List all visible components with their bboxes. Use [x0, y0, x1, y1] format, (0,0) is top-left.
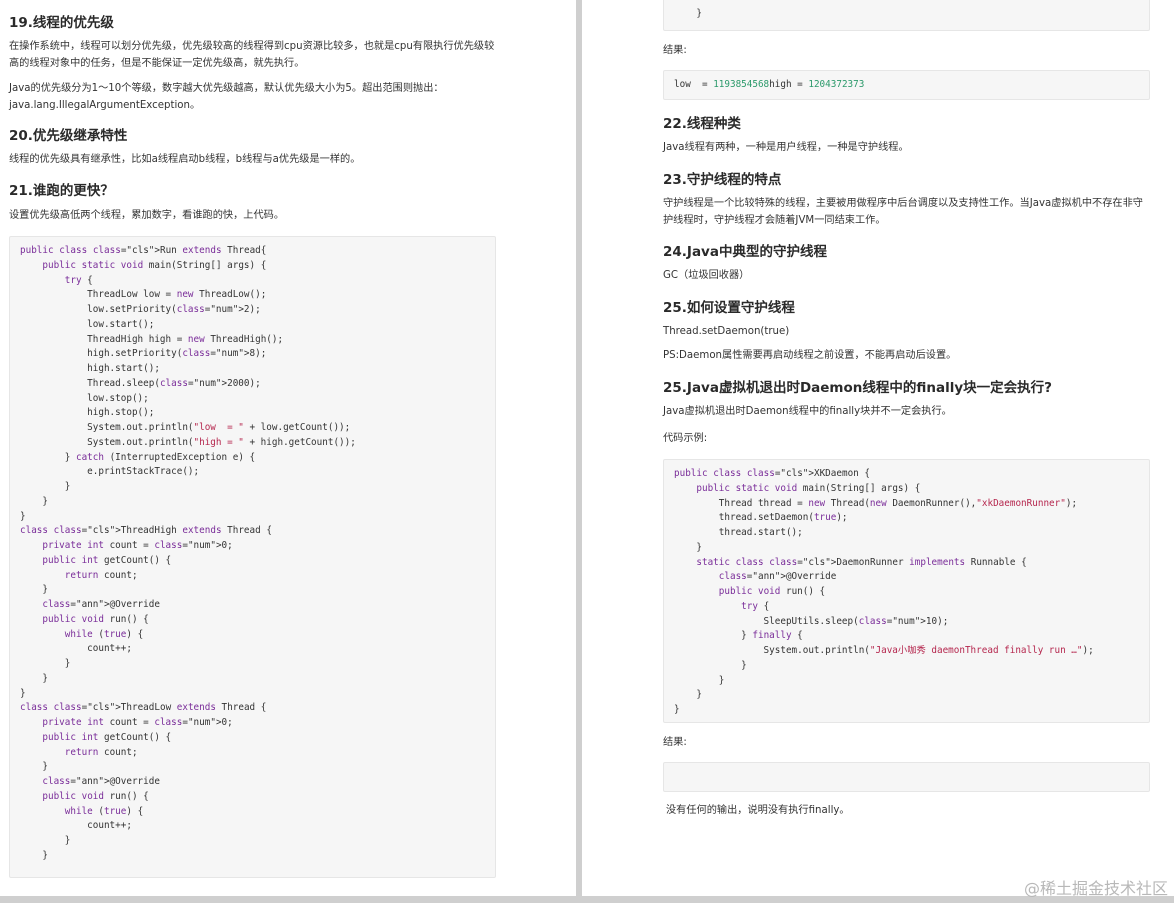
code-block-continued: } — [663, 0, 1150, 31]
code-line: } — [674, 704, 680, 715]
section-23-title: 23.守护线程的特点 — [663, 172, 782, 188]
section-24-paragraph-1: GC（垃圾回收器） — [663, 270, 750, 281]
code-line: System.out.println("high = " + high.getC… — [20, 436, 356, 448]
code-line: } — [674, 659, 747, 671]
code-line: } — [20, 658, 71, 669]
code-line: } — [20, 761, 48, 773]
conclusion-text: 没有任何的输出，说明没有执行finally。 — [666, 805, 850, 816]
code-line: e.printStackTrace(); — [20, 466, 200, 478]
code-line: } — [20, 849, 48, 861]
code-line: public static void main(String[] args) { — [42, 259, 267, 271]
code-line: } — [674, 541, 702, 553]
code-line: private int count = class="num">0; — [42, 540, 233, 551]
section-25-title: 25.如何设置守护线程 — [663, 300, 795, 316]
section-20-paragraph-1: 线程的优先级具有继承性，比如a线程启动b线程，b线程与a优先级是一样的。 — [9, 154, 361, 165]
section-20-title: 20.优先级继承特性 — [9, 128, 128, 144]
code-line: low.start(); — [20, 318, 155, 330]
result-output-1: low = 1193854568high = 1204372373 — [663, 70, 1150, 100]
code-line: return count; — [64, 746, 138, 758]
code-line: SleepUtils.sleep(class="num">10); — [674, 615, 949, 627]
code-line: Thread.sleep(class="num">2000); — [20, 377, 261, 389]
code-line: try { — [741, 600, 770, 612]
code-lines: public class class="cls">XKDaemon { publ… — [674, 467, 1094, 718]
section-22-paragraph-1: Java线程有两种，一种是用户线程，一种是守护线程。 — [663, 142, 909, 153]
code-line: public class class="cls">Run extends Thr… — [20, 245, 267, 256]
code-line: high.stop(); — [20, 407, 155, 419]
code-line: class class="cls">ThreadLow extends Thre… — [20, 702, 267, 714]
section-23-paragraph-1: 守护线程是一个比较特殊的线程，主要被用做程序中后台调度以及支持性工作。当Java… — [663, 198, 1143, 226]
code-line: while (true) { — [64, 628, 144, 640]
code-line: public static void main(String[] args) { — [696, 482, 921, 494]
code-line: high.start(); — [20, 363, 160, 374]
left-page: 19.线程的优先级 在操作系统中，线程可以划分优先级，优先级较高的线程得到cpu… — [0, 0, 576, 896]
code-line: count++; — [20, 643, 132, 655]
output-line: low = 1193854568high = 1204372373 — [674, 79, 865, 90]
code-line: class="ann">@Override — [718, 571, 837, 583]
code-line: public int getCount() { — [42, 731, 172, 743]
result-label-1: 结果: — [663, 45, 687, 56]
code-line: } — [20, 510, 26, 522]
code-line: } — [674, 8, 702, 19]
code-line: } — [674, 674, 725, 686]
code-line: } — [20, 495, 48, 507]
code-block-daemon: public class class="cls">XKDaemon { publ… — [663, 459, 1150, 723]
result-label-2: 结果: — [663, 737, 687, 748]
code-line: class class="cls">ThreadHigh extends Thr… — [20, 525, 272, 537]
section-19-paragraph-1: 在操作系统中，线程可以划分优先级，优先级较高的线程得到cpu资源比较多，也就是c… — [9, 41, 495, 69]
code-line: static class class="cls">DaemonRunner im… — [696, 556, 1027, 568]
code-lines: public class class="cls">Run extends Thr… — [20, 244, 356, 864]
code-line: public void run() { — [42, 613, 149, 625]
code-line: thread.setDaemon(true); — [674, 512, 848, 524]
code-line: while (true) { — [64, 805, 144, 817]
code-line: low.stop(); — [20, 392, 149, 404]
code-line: class="ann">@Override — [42, 599, 160, 610]
code-line: public void run() { — [42, 790, 149, 802]
code-line: low.setPriority(class="num">2); — [20, 304, 261, 315]
code-line: high.setPriority(class="num">8); — [20, 348, 267, 360]
code-line: ThreadHigh high = new ThreadHigh(); — [20, 333, 284, 345]
code-line: count++; — [20, 820, 132, 832]
code-line: } finally { — [674, 630, 803, 642]
code-line: class="ann">@Override — [42, 776, 160, 787]
code-lines: } — [674, 7, 702, 22]
result-output-2 — [663, 762, 1150, 792]
code-line: private int count = class="num">0; — [42, 717, 233, 728]
code-line: } — [20, 584, 48, 596]
code-line: } — [20, 835, 71, 846]
code-line: } — [20, 481, 71, 492]
right-page: } 结果: low = 1193854568high = 1204372373 … — [582, 0, 1174, 896]
code-block-priority: public class class="cls">Run extends Thr… — [9, 236, 496, 878]
section-21-title: 21.谁跑的更快？ — [9, 183, 114, 199]
section-25-paragraph-2: PS:Daemon属性需要再启动线程之前设置，不能再启动后设置。 — [663, 350, 957, 361]
code-line: ThreadLow low = new ThreadLow(); — [20, 289, 267, 301]
section-25-paragraph-1: Thread.setDaemon(true) — [663, 326, 790, 337]
section-25b-paragraph-1: Java虚拟机退出时Daemon线程中的finally块并不一定会执行。 — [663, 406, 952, 417]
section-19-paragraph-2: Java的优先级分为1～10个等级，数字越大优先级越高，默认优先级大小为5。超出… — [9, 83, 444, 111]
section-19-title: 19.线程的优先级 — [9, 15, 114, 31]
code-line: return count; — [64, 569, 138, 581]
section-25b-paragraph-2: 代码示例: — [663, 433, 708, 444]
code-line: System.out.println("Java小咖秀 daemonThread… — [674, 645, 1094, 656]
section-21-paragraph-1: 设置优先级高低两个线程，累加数字，看谁跑的快，上代码。 — [9, 210, 285, 221]
code-line: thread.start(); — [674, 527, 803, 538]
code-line: } — [674, 689, 702, 701]
code-line: } — [20, 672, 48, 684]
section-25b-title: 25.Java虚拟机退出时Daemon线程中的finally块一定会执行? — [663, 380, 1052, 396]
code-lines: low = 1193854568high = 1204372373 — [674, 78, 864, 93]
section-22-title: 22.线程种类 — [663, 116, 741, 132]
section-24-title: 24.Java中典型的守护线程 — [663, 244, 827, 260]
code-line: } catch (InterruptedException e) { — [20, 451, 256, 463]
code-line: System.out.println("low = " + low.getCou… — [20, 422, 351, 433]
code-line: public class class="cls">XKDaemon { — [674, 468, 870, 479]
code-line: try { — [64, 274, 93, 286]
code-line: } — [20, 687, 26, 699]
code-line: public int getCount() { — [42, 554, 172, 566]
code-line: Thread thread = new Thread(new DaemonRun… — [674, 497, 1078, 509]
code-line: public void run() { — [718, 586, 826, 597]
watermark: @稀土掘金技术社区 — [1023, 879, 1168, 898]
